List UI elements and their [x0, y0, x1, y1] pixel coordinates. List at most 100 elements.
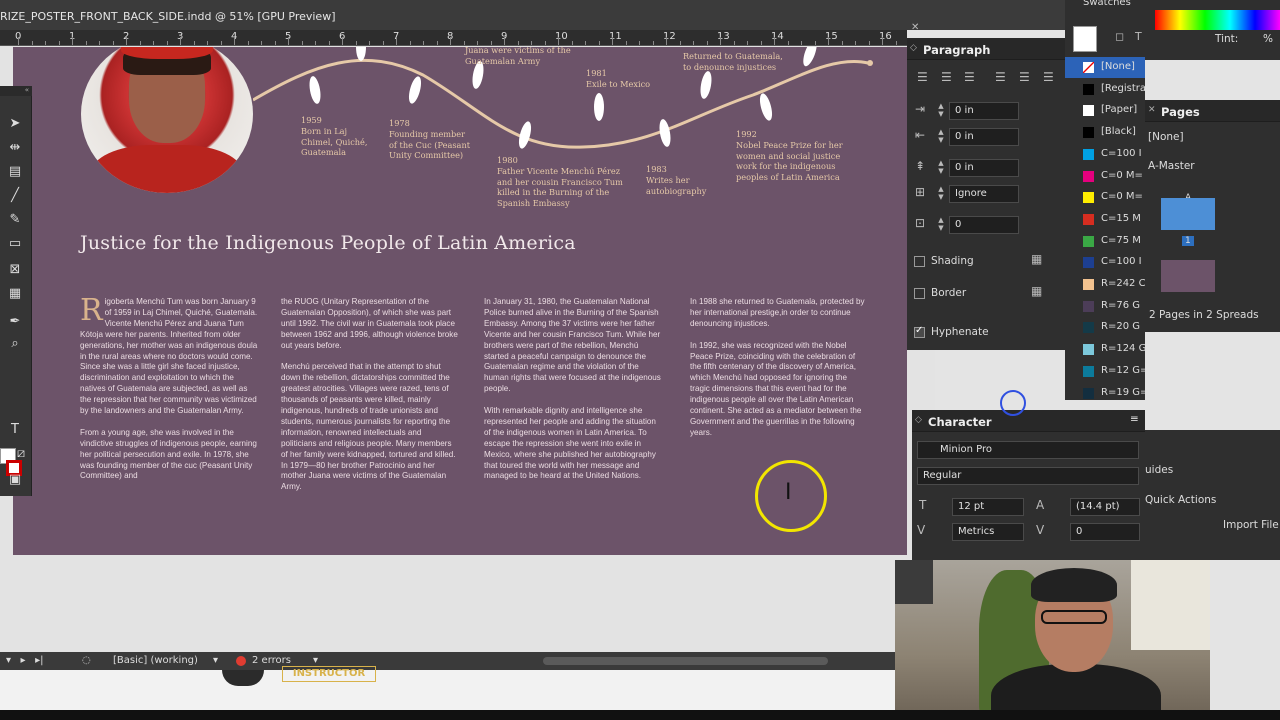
page-heading[interactable]: Justice for the Indigenous People of Lat…	[80, 232, 576, 254]
guides-item[interactable]: uides	[1145, 464, 1173, 476]
border-checkbox[interactable]	[914, 288, 925, 299]
first-line-indent-stepper[interactable]: ▲ ▼	[935, 128, 947, 146]
page-thumbnail-2[interactable]	[1161, 260, 1215, 292]
errors-dropdown-icon[interactable]: ▾	[313, 655, 318, 666]
pages-a-master[interactable]: A-Master	[1148, 160, 1195, 172]
hyphenate-checkbox[interactable]	[914, 325, 925, 338]
page-number-1[interactable]: 1	[1182, 236, 1194, 246]
space-before-stepper[interactable]: ▲ ▼	[935, 159, 947, 177]
timeline-text-1981[interactable]: Exile to Mexico	[586, 79, 650, 90]
swatch-item[interactable]: R=20 G	[1065, 317, 1145, 338]
pen-tool-icon[interactable]: ✎	[6, 212, 24, 228]
close-panel-icon[interactable]: ✕	[911, 22, 919, 33]
timeline-note-top-left[interactable]: Juana were victims of the Guatemalan Arm…	[465, 47, 571, 66]
line-tool-icon[interactable]: ╱	[6, 188, 24, 204]
shading-checkbox[interactable]	[914, 256, 925, 267]
collapse-icon[interactable]: ◇	[915, 415, 922, 425]
swatch-item[interactable]: [Registra	[1065, 79, 1145, 100]
justify-center-icon[interactable]: ☰	[1019, 70, 1030, 84]
collapse-icon[interactable]: ◇	[910, 43, 917, 53]
none-swatch-icon[interactable]: ⧄	[12, 446, 30, 462]
swatch-item[interactable]: R=242 C	[1065, 274, 1145, 295]
timeline-year-1981[interactable]: 1981	[586, 68, 607, 79]
frame-tool-icon[interactable]: ⊠	[6, 262, 24, 278]
text-format-icon[interactable]: T	[6, 422, 24, 438]
direct-selection-tool-icon[interactable]: ⇹	[6, 140, 24, 156]
page-nav-arrows[interactable]: ▾ ▸ ▸|	[6, 655, 44, 666]
page-tool-icon[interactable]: ▤	[6, 164, 24, 180]
timeline-year-1959[interactable]: 1959	[301, 115, 322, 126]
horizontal-scrollbar[interactable]	[543, 657, 828, 665]
font-style-select[interactable]: Regular	[917, 467, 1139, 485]
swatch-item[interactable]: R=76 G	[1065, 296, 1145, 317]
tracking-field[interactable]: 0	[1070, 523, 1140, 541]
text-format-swatch-icon[interactable]: T	[1135, 30, 1142, 43]
leading-field[interactable]: (14.4 pt)	[1070, 498, 1140, 516]
align-grid-stepper[interactable]: ▲ ▼	[935, 185, 947, 203]
character-panel-header[interactable]: ◇ Character ≡	[912, 410, 1145, 432]
swatch-item[interactable]: C=75 M	[1065, 231, 1145, 252]
close-icon[interactable]: ✕	[1148, 105, 1156, 115]
left-indent-field[interactable]: 0 in	[949, 102, 1019, 120]
pages-panel-header[interactable]: ✕ Pages	[1145, 100, 1280, 122]
swatch-item[interactable]: C=100 I	[1065, 252, 1145, 273]
fill-none-swatch-icon[interactable]	[1073, 26, 1097, 52]
tools-grip[interactable]: «	[0, 86, 32, 96]
gradient-tool-icon[interactable]: ▦	[6, 286, 24, 302]
body-column-3[interactable]: In January 31, 1980, the Guatemalan Nati…	[484, 297, 662, 493]
timeline-year-1983[interactable]: 1983	[646, 164, 667, 175]
align-grid-select[interactable]: Ignore	[949, 185, 1019, 203]
timeline-text-1992[interactable]: Nobel Peace Prize for her women and soci…	[736, 140, 843, 182]
font-family-select[interactable]: Minion Pro	[917, 441, 1139, 459]
swatch-item[interactable]: C=0 M=	[1065, 166, 1145, 187]
align-center-icon[interactable]: ☰	[941, 70, 952, 84]
timeline-text-1983[interactable]: Writes her autobiography	[646, 175, 706, 196]
timeline-text-1978[interactable]: Founding member of the Cuc (Peasant Unit…	[389, 129, 470, 161]
left-indent-stepper[interactable]: ▲ ▼	[935, 102, 947, 120]
timeline-year-1992[interactable]: 1992	[736, 129, 757, 140]
timeline-text-1980[interactable]: Father Vicente Menchú Pérez and her cous…	[497, 166, 623, 208]
container-icon[interactable]: ◻	[1115, 30, 1124, 43]
body-column-1[interactable]: Rigoberta Menchú Tum was born January 9 …	[80, 296, 258, 493]
paragraph-panel-header[interactable]: ◇ Paragraph	[907, 38, 1065, 60]
quick-actions-item[interactable]: Quick Actions	[1145, 494, 1216, 506]
kerning-field[interactable]: Metrics	[952, 523, 1024, 541]
preflight-profile[interactable]: [Basic] (working)	[113, 655, 198, 666]
drop-cap-lines-field[interactable]: 0	[949, 216, 1019, 234]
eyedropper-tool-icon[interactable]: ✒	[6, 314, 24, 330]
align-right-icon[interactable]: ☰	[964, 70, 975, 84]
swatch-item[interactable]: R=124 G=200 B=219	[1065, 339, 1145, 360]
justify-all-icon[interactable]: ☰	[1043, 70, 1054, 84]
zoom-tool-icon[interactable]: ⌕	[6, 336, 24, 352]
selection-tool-icon[interactable]: ➤	[6, 116, 24, 132]
border-color-icon[interactable]: ▦	[1031, 284, 1042, 298]
swatch-item[interactable]: C=15 M	[1065, 209, 1145, 230]
page-thumbnail-1[interactable]	[1161, 198, 1215, 230]
timeline-text-1959[interactable]: Born in Laj Chimel, Quiché, Guatemala	[301, 126, 368, 158]
timeline-year-1980[interactable]: 1980	[497, 155, 518, 166]
error-count[interactable]: 2 errors	[252, 655, 291, 666]
body-column-4[interactable]: In 1988 she returned to Guatemala, prote…	[690, 297, 868, 450]
body-column-2[interactable]: the RUOG (Unitary Representation of the …	[281, 297, 459, 504]
space-before-field[interactable]: 0 in	[949, 159, 1019, 177]
align-left-icon[interactable]: ☰	[917, 70, 928, 84]
portrait-photo[interactable]	[81, 47, 253, 193]
rectangle-tool-icon[interactable]: ▭	[6, 236, 24, 252]
font-size-field[interactable]: 12 pt	[952, 498, 1024, 516]
swatch-item[interactable]: [Paper]	[1065, 100, 1145, 121]
screen-mode-icon[interactable]: ▣	[6, 472, 24, 488]
swatch-item[interactable]: [Black]	[1065, 122, 1145, 143]
drop-cap-stepper[interactable]: ▲ ▼	[935, 216, 947, 234]
preflight-icon[interactable]: ◌	[82, 655, 91, 666]
swatch-item[interactable]: C=0 M=	[1065, 187, 1145, 208]
preflight-dropdown-icon[interactable]: ▾	[213, 655, 218, 666]
justify-left-icon[interactable]: ☰	[995, 70, 1006, 84]
color-spectrum[interactable]	[1155, 10, 1280, 30]
horizontal-ruler[interactable]: 012345678910111213141516	[0, 30, 924, 46]
swatch-item[interactable]: [None]	[1065, 57, 1145, 78]
pages-none[interactable]: [None]	[1148, 131, 1184, 143]
import-file-button[interactable]: Import File	[1223, 519, 1279, 531]
shading-color-icon[interactable]: ▦	[1031, 252, 1042, 266]
swatch-item[interactable]: R=12 G=123 B=156	[1065, 361, 1145, 382]
first-line-indent-field[interactable]: 0 in	[949, 128, 1019, 146]
